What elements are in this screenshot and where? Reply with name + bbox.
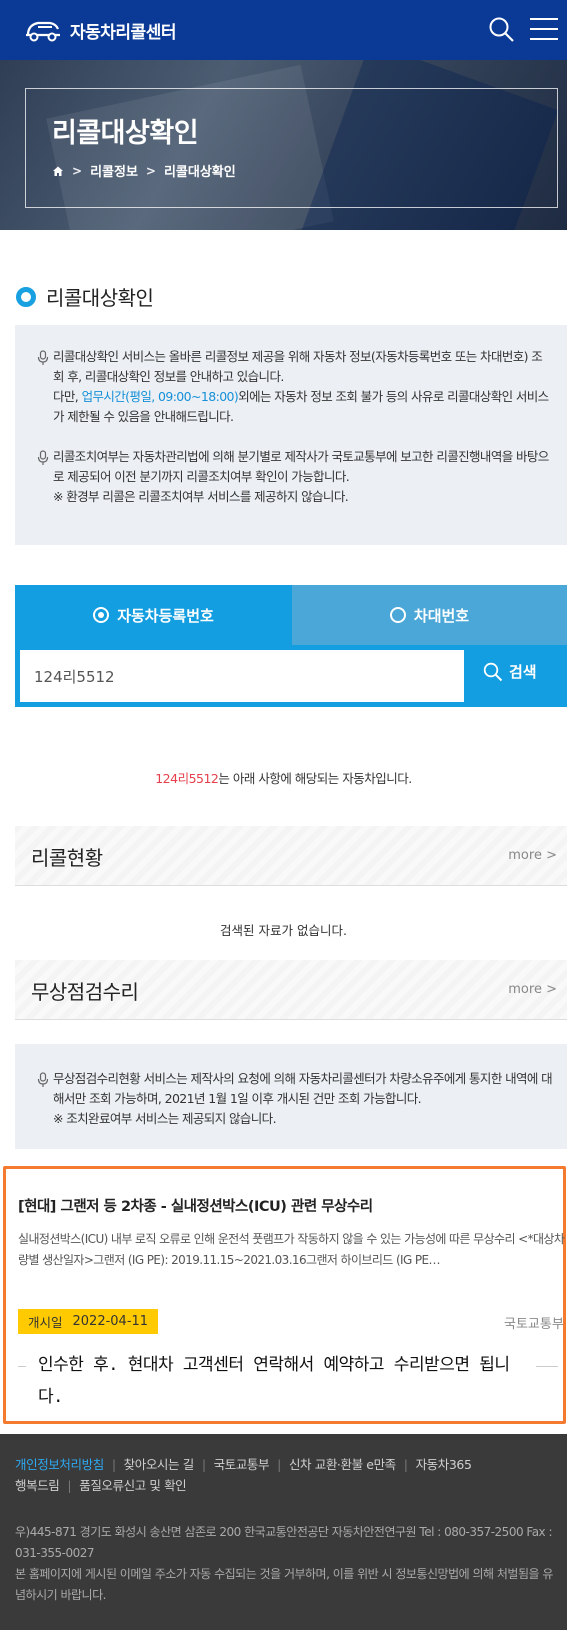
result-plate: 124리5512	[155, 771, 219, 786]
chevron-right-icon: >	[546, 848, 557, 863]
footer-link-car365[interactable]: 자동차365	[416, 1457, 472, 1472]
breadcrumb-item[interactable]: 리콜대상확인	[164, 161, 236, 180]
hero-banner: 리콜대상확인 > 리콜정보 > 리콜대상확인	[0, 60, 567, 230]
breadcrumb-item[interactable]: 리콜정보	[90, 161, 138, 180]
microphone-icon	[37, 450, 49, 465]
notice-warning: ※ 환경부 리콜은 리콜조치여부 서비스를 제공하지 않습니다.	[53, 489, 349, 504]
section-heading: 리콜대상확인	[16, 282, 154, 311]
section-title: 리콜대상확인	[46, 286, 154, 310]
address-text: 우)445-871 경기도 화성시 송산면 삼존로 200 한국교통안전공단 자…	[15, 1525, 553, 1560]
free-repair-panel: 무상점검수리 more >	[15, 960, 567, 1020]
footer-links: 개인정보처리방침 | 찾아오시는 길 | 국토교통부 | 신차 교환·환불 e만족 | 자동차3…	[15, 1457, 472, 1493]
start-date: 2022-04-11	[72, 1314, 149, 1329]
footer-address: 우)445-871 경기도 화성시 송산면 삼존로 200 한국교통안전공단 자…	[15, 1522, 555, 1606]
home-icon[interactable]	[52, 165, 64, 177]
item-title[interactable]: [현대] 그랜저 등 2차종 - 실내정션박스(ICU) 관련 무상수리	[18, 1195, 373, 1216]
page-title: 리콜대상확인	[52, 118, 199, 149]
car-logo-icon	[26, 21, 60, 42]
search-bar: 검색	[15, 645, 567, 707]
search-icon	[483, 662, 503, 681]
footer-link-privacy[interactable]: 개인정보처리방침	[15, 1457, 104, 1472]
item-description: 실내정션박스(ICU) 내부 로직 오류로 인해 운전석 풋램프가 작동하지 않…	[18, 1232, 565, 1267]
search-icon[interactable]	[488, 16, 516, 44]
item-organization: 국토교통부	[504, 1317, 564, 1332]
notice-paragraph: 리콜조치여부는 자동차관리법에 의해 분기별로 제작사가 국토교통부에 보고한 …	[15, 447, 567, 507]
chevron-right-icon: >	[546, 982, 557, 997]
notice-text-hours: 다만, 업무시간(평일, 09:00~18:00)외에는 자동차 정보 조회 불…	[53, 389, 549, 424]
free-repair-item[interactable]: [현대] 그랜저 등 2차종 - 실내정션박스(ICU) 관련 무상수리 실내정…	[3, 1166, 566, 1424]
search-button[interactable]: 검색	[483, 661, 537, 682]
breadcrumb: > 리콜정보 > 리콜대상확인	[52, 161, 236, 180]
search-input[interactable]	[20, 650, 464, 702]
footer-link-directions[interactable]: 찾아오시는 길	[124, 1457, 195, 1472]
tab-vin[interactable]: 차대번호	[292, 585, 567, 645]
free-repair-notice: 무상점검수리현황 서비스는 제작사의 요청에 의해 자동차리콜센터가 차량소유주…	[15, 1044, 567, 1149]
panel-title: 무상점검수리	[31, 980, 139, 1004]
date-label: 개시일	[28, 1315, 63, 1330]
email-disclaimer: 본 홈페이지에 게시된 이메일 주소가 자동 수집되는 것을 거부하며, 이를 …	[15, 1567, 553, 1602]
footer-link-happy-dream[interactable]: 행복드림	[15, 1478, 60, 1493]
footer-link-quality-report[interactable]: 품질오류신고 및 확인	[79, 1478, 186, 1493]
notice-box: 리콜대상확인 서비스는 올바른 리콜정보 제공을 위해 자동차 정보(자동차등록…	[15, 325, 567, 545]
notice-paragraph: 무상점검수리현황 서비스는 제작사의 요청에 의해 자동차리콜센터가 차량소유주…	[15, 1069, 567, 1129]
notice-paragraph: 리콜대상확인 서비스는 올바른 리콜정보 제공을 위해 자동차 정보(자동차등록…	[15, 347, 567, 427]
notice-text: 리콜조치여부는 자동차관리법에 의해 분기별로 제작사가 국토교통부에 보고한 …	[53, 449, 549, 484]
microphone-icon	[37, 350, 49, 365]
more-link[interactable]: more >	[508, 982, 557, 997]
business-hours: 업무시간(평일, 09:00~18:00)	[81, 389, 239, 404]
hamburger-menu-icon[interactable]	[530, 18, 558, 42]
start-date-badge: 개시일 2022-04-11	[18, 1309, 159, 1334]
tab-registration-number[interactable]: 자동차등록번호	[15, 585, 292, 645]
circle-bullet-icon	[16, 286, 36, 307]
more-link[interactable]: more >	[508, 848, 557, 863]
hero-frame: 리콜대상확인 > 리콜정보 > 리콜대상확인	[25, 88, 558, 208]
result-message: 124리5512는 아래 사항에 해당되는 자동차입니다.	[155, 771, 412, 786]
logo-text: 자동차리콜센터	[70, 22, 176, 43]
radio-unselected-icon	[389, 607, 406, 623]
tab-label: 차대번호	[413, 606, 470, 625]
search-button-label: 검색	[509, 663, 537, 681]
footer-link-new-car[interactable]: 신차 교환·환불 e만족	[289, 1457, 396, 1472]
site-footer: 개인정보처리방침 | 찾아오시는 길 | 국토교통부 | 신차 교환·환불 e만족 | 자동차3…	[0, 1434, 567, 1630]
tab-label: 자동차등록번호	[117, 606, 214, 625]
recall-status-panel: 리콜현황 more >	[15, 826, 567, 886]
footer-link-molit[interactable]: 국토교통부	[214, 1457, 270, 1472]
notice-warning: ※ 조치완료여부 서비스는 제공되지 않습니다.	[53, 1111, 277, 1126]
chevron-right-icon: >	[72, 163, 83, 178]
microphone-icon	[37, 1072, 49, 1087]
radio-selected-icon	[93, 607, 110, 623]
chevron-right-icon: >	[145, 163, 156, 178]
top-header: 자동차리콜센터	[0, 0, 567, 60]
handwritten-memo: 인수한 후. 현대차 고객센터 연락해서 예약하고 수리받으면 됩니다.	[26, 1349, 536, 1413]
panel-title: 리콜현황	[31, 846, 103, 870]
site-logo[interactable]: 자동차리콜센터	[24, 17, 176, 43]
notice-text: 리콜대상확인 서비스는 올바른 리콜정보 제공을 위해 자동차 정보(자동차등록…	[53, 349, 543, 384]
empty-result: 검색된 자료가 없습니다.	[220, 923, 347, 938]
notice-text: 무상점검수리현황 서비스는 제작사의 요청에 의해 자동차리콜센터가 차량소유주…	[53, 1071, 553, 1106]
